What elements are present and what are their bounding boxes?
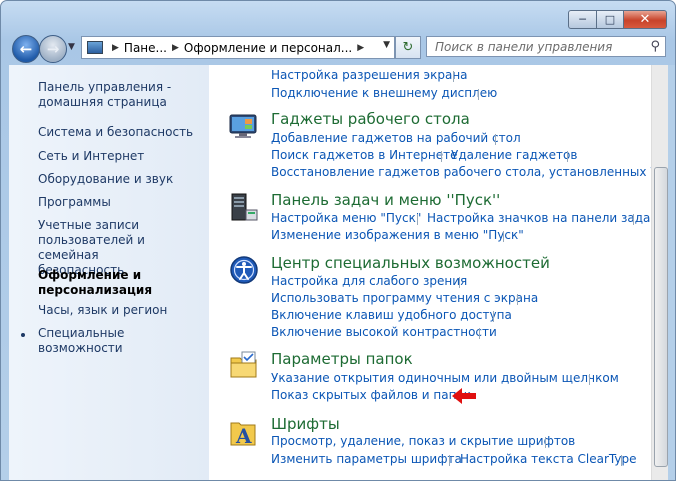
sidebar: Панель управления - домашняя страница Си… <box>9 65 209 480</box>
chevron-right-icon[interactable]: ▶ <box>112 43 119 53</box>
link-high-contrast[interactable]: Включение высокой контрастности <box>271 325 497 339</box>
link-separator <box>493 311 494 322</box>
link-separator <box>633 214 634 225</box>
svg-text:A: A <box>235 424 252 447</box>
link-separator <box>567 151 568 162</box>
taskbar-icon[interactable] <box>229 192 259 222</box>
link-show-hidden-files[interactable]: Показ скрытых файлов и папок <box>271 388 471 402</box>
sidebar-item-clock-region[interactable]: Часы, язык и регион <box>38 303 167 318</box>
section-title-fonts[interactable]: Шрифты <box>271 415 340 433</box>
sidebar-item-appearance: Оформление и персонализация <box>38 268 153 297</box>
scrollbar-thumb[interactable] <box>654 167 668 467</box>
search-box: ⚲ <box>426 36 666 57</box>
control-panel-icon <box>87 41 103 54</box>
arrow-left-icon: ← <box>19 40 33 58</box>
sidebar-item-home[interactable]: Панель управления - домашняя страница <box>38 80 171 110</box>
link-single-double-click[interactable]: Указание открытия одиночным или двойным … <box>271 371 619 385</box>
link-sticky-keys[interactable]: Включение клавиш удобного доступа <box>271 308 512 322</box>
search-icon[interactable]: ⚲ <box>650 39 660 54</box>
link-separator <box>503 231 504 242</box>
link-separator <box>441 151 442 162</box>
sidebar-item-hardware[interactable]: Оборудование и звук <box>38 172 173 187</box>
folder-options-icon[interactable] <box>229 350 259 380</box>
back-button[interactable]: ← <box>12 35 40 63</box>
link-separator <box>417 214 418 225</box>
close-button[interactable]: ✕ <box>624 10 667 29</box>
link-separator <box>453 71 454 82</box>
link-taskbar-icons[interactable]: Настройка значков на панели задач <box>427 211 651 225</box>
breadcrumb-appearance[interactable]: Оформление и персонал... <box>184 41 352 55</box>
forward-button[interactable]: → <box>39 35 67 63</box>
link-start-menu-picture[interactable]: Изменение изображения в меню "Пуск" <box>271 228 524 242</box>
link-separator <box>459 277 460 288</box>
link-find-gadgets[interactable]: Поиск гаджетов в Интернете <box>271 148 458 162</box>
address-bar[interactable]: ▶ Пане... ▶ Оформление и персонал... ▶ ▼ <box>81 36 395 59</box>
gadgets-icon[interactable] <box>229 111 259 141</box>
sidebar-item-ease-of-access[interactable]: Специальные возможности <box>38 326 209 356</box>
link-screen-resolution[interactable]: Настройка разрешения экрана <box>271 68 468 82</box>
link-separator <box>545 437 546 448</box>
link-separator <box>517 294 518 305</box>
link-separator <box>495 134 496 145</box>
sidebar-item-programs[interactable]: Программы <box>38 195 111 210</box>
recent-pages-dropdown[interactable]: ▼ <box>68 42 75 52</box>
title-buttons: ─ □ ✕ <box>568 10 667 29</box>
section-title-gadgets[interactable]: Гаджеты рабочего стола <box>271 110 470 128</box>
minimize-icon: ─ <box>579 13 586 26</box>
link-external-display[interactable]: Подключение к внешнему дисплею <box>271 86 497 100</box>
link-remove-gadgets[interactable]: Удаление гаджетов <box>451 148 577 162</box>
link-font-settings[interactable]: Изменить параметры шрифта <box>271 452 462 466</box>
link-add-gadgets[interactable]: Добавление гаджетов на рабочий стол <box>271 131 521 145</box>
link-cleartype[interactable]: Настройка текста ClearType <box>460 452 636 466</box>
link-screen-reader[interactable]: Использовать программу чтения с экрана <box>271 291 538 305</box>
link-separator <box>449 455 450 466</box>
link-separator <box>478 89 479 100</box>
red-arrow-icon <box>452 388 476 404</box>
section-title-folder-options[interactable]: Параметры папок <box>271 350 413 368</box>
sidebar-item-network[interactable]: Сеть и Интернет <box>38 149 144 164</box>
breadcrumb-control-panel[interactable]: Пане... <box>124 41 167 55</box>
arrow-right-icon: → <box>46 40 60 58</box>
vertical-scrollbar[interactable] <box>651 65 669 480</box>
fonts-icon[interactable]: A <box>229 417 259 448</box>
search-input[interactable] <box>433 37 642 57</box>
section-title-ease-of-access[interactable]: Центр специальных возможностей <box>271 254 550 272</box>
link-view-fonts[interactable]: Просмотр, удаление, показ и скрытие шриф… <box>271 434 575 448</box>
link-separator <box>479 328 480 339</box>
maximize-icon: □ <box>604 13 616 26</box>
link-low-vision[interactable]: Настройка для слабого зрения <box>271 274 467 288</box>
control-panel-window: ─ □ ✕ ← → ▼ ▶ Пане... ▶ Оформление и пер… <box>0 0 676 481</box>
section-title-taskbar[interactable]: Панель задач и меню ''Пуск'' <box>271 191 500 209</box>
main-content: Настройка разрешения экрана Подключение … <box>209 65 651 480</box>
refresh-button[interactable]: ↻ <box>395 36 421 59</box>
window-border <box>668 65 675 480</box>
close-icon: ✕ <box>639 12 651 27</box>
maximize-button[interactable]: □ <box>597 10 624 29</box>
chevron-down-icon[interactable]: ▼ <box>383 40 390 50</box>
refresh-icon: ↻ <box>402 40 414 55</box>
chevron-right-icon[interactable]: ▶ <box>357 43 364 53</box>
chevron-right-icon[interactable]: ▶ <box>172 43 179 53</box>
link-restore-gadgets[interactable]: Восстановление гаджетов рабочего стола, … <box>271 165 651 179</box>
sidebar-item-system-security[interactable]: Система и безопасность <box>38 125 193 140</box>
link-separator <box>589 374 590 385</box>
active-bullet-icon <box>21 333 25 337</box>
link-start-menu-settings[interactable]: Настройка меню "Пуск" <box>271 211 421 225</box>
link-separator <box>621 455 622 466</box>
minimize-button[interactable]: ─ <box>568 10 597 29</box>
ease-of-access-icon[interactable] <box>229 255 259 285</box>
